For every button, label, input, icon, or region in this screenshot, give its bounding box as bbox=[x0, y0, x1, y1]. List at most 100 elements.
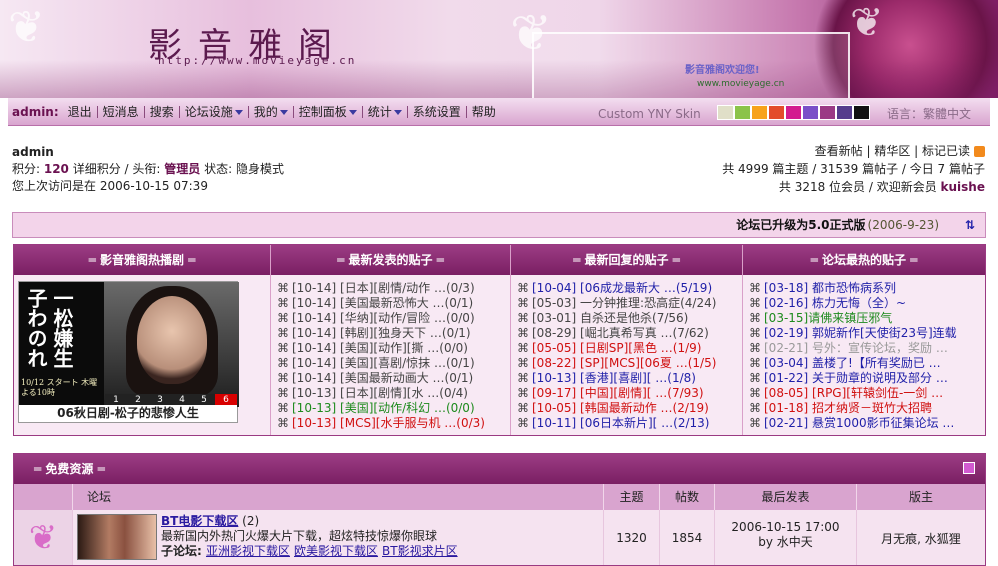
butterfly-icon: ❦ bbox=[850, 0, 884, 46]
user-points-line: 积分: 120 详细积分 / 头衔: 管理员 状态: 隐身模式 bbox=[12, 162, 284, 176]
post-link[interactable]: ⌘ [10-04] [06成龙最新大 …(5/19) bbox=[517, 281, 742, 296]
skin-swatch[interactable] bbox=[853, 105, 870, 120]
site-url-text: www.movieyage.cn bbox=[697, 79, 785, 89]
post-link[interactable]: ⌘ [08-22] [SP][MCS][06夏 …(1/5) bbox=[517, 356, 742, 371]
nav-stats[interactable]: 统计 bbox=[363, 105, 408, 118]
skin-label: Custom YNY Skin bbox=[598, 107, 701, 121]
scroll-arrow-icon[interactable]: ⇅ bbox=[965, 213, 975, 237]
post-link[interactable]: ⌘ [02-21] 号外：宣传论坛，奖励 … bbox=[749, 341, 985, 356]
post-link[interactable]: ⌘ [10-14] [韩剧][独身天下 …(0/1) bbox=[277, 326, 510, 341]
forum-info: BT电影下载区 (2) 最新国内外热门火爆大片下载，超炫特技惊爆你眼球 子论坛:… bbox=[73, 510, 604, 565]
topics-count: 1320 bbox=[604, 510, 660, 565]
post-link[interactable]: ⌘ [10-14] [日本][剧情/动作 …(0/3) bbox=[277, 281, 510, 296]
post-link[interactable]: ⌘ [08-29] [崛北真希写真 …(7/62) bbox=[517, 326, 742, 341]
hot-posts-list: ⌘ [03-18] 都市恐怖病系列 ⌘ [02-16] 栋力无悔（全）~ ⌘ [03-15… bbox=[743, 275, 985, 435]
post-link[interactable]: ⌘ [05-03] 一分钟推理:恐高症(4/24) bbox=[517, 296, 742, 311]
nav-system-settings[interactable]: 系统设置 bbox=[408, 105, 467, 118]
forum-description: 最新国内外热门火爆大片下载，超炫特技惊爆你眼球 bbox=[161, 529, 438, 543]
nav-forum-tools[interactable]: 论坛设施 bbox=[180, 105, 249, 118]
moderators[interactable]: 月无痕, 水狐狸 bbox=[857, 510, 985, 565]
nav-control-panel[interactable]: 控制面板 bbox=[294, 105, 363, 118]
bullet-icon: ⌘ bbox=[277, 311, 289, 325]
post-link[interactable]: ⌘ [10-14] [美国最新恐怖大 …(0/1) bbox=[277, 296, 510, 311]
subforum-link[interactable]: 欧美影视下载区 bbox=[294, 544, 378, 558]
butterfly-icon: ❦ bbox=[8, 2, 45, 53]
post-link[interactable]: ⌘ [03-04] 盖楼了!【所有奖励已 … bbox=[749, 356, 985, 371]
nav-messages[interactable]: 短消息 bbox=[98, 105, 145, 118]
skin-swatch[interactable] bbox=[734, 105, 751, 120]
skin-swatch[interactable] bbox=[836, 105, 853, 120]
rss-icon[interactable] bbox=[974, 146, 985, 157]
post-link[interactable]: ⌘ [01-18] 招才纳贤－斑竹大招聘 bbox=[749, 401, 985, 416]
col-posts: 帖数 bbox=[660, 484, 715, 510]
bullet-icon: ⌘ bbox=[517, 326, 529, 340]
announcement-date: (2006-9-23) bbox=[867, 218, 939, 232]
language-selector[interactable]: 语言：繁體中文 bbox=[887, 105, 971, 122]
skin-swatch[interactable] bbox=[785, 105, 802, 120]
bullet-icon: ⌘ bbox=[749, 296, 761, 310]
bullet-icon: ⌘ bbox=[749, 326, 761, 340]
bullet-icon: ⌘ bbox=[517, 371, 529, 385]
post-link[interactable]: ⌘ [03-01] 自杀还是他杀(7/56) bbox=[517, 311, 742, 326]
post-link[interactable]: ⌘ [10-14] [美国最新动画大 …(0/1) bbox=[277, 371, 510, 386]
collapse-icon[interactable] bbox=[963, 462, 975, 474]
header-hot-dramas: ═ 影音雅阁热播剧 ═ bbox=[14, 245, 271, 275]
category-title[interactable]: ═ 免费资源 ═ bbox=[14, 454, 985, 484]
drama-poster[interactable]: 一松嫌生子わのれ 10/12 スタート 木曜よる10時 123456 06秋日剧… bbox=[18, 281, 239, 423]
post-link[interactable]: ⌘ [03-15]请佛来镇压邪气 bbox=[749, 311, 985, 326]
subforum-link[interactable]: 亚洲影视下载区 bbox=[206, 544, 290, 558]
post-link[interactable]: ⌘ [01-22] 关于勋章的说明及部分 … bbox=[749, 371, 985, 386]
post-link[interactable]: ⌘ [08-05] [RPG][轩辕剑伍-一剑 … bbox=[749, 386, 985, 401]
butterfly-icon: ❦ bbox=[14, 510, 73, 565]
drama-caption[interactable]: 06秋日剧-松子的悲惨人生 bbox=[19, 405, 237, 422]
forum-thumbnail[interactable] bbox=[77, 514, 157, 560]
skin-swatch[interactable] bbox=[819, 105, 836, 120]
post-link[interactable]: ⌘ [10-05] [韩国最新动作 …(2/19) bbox=[517, 401, 742, 416]
user-title: 管理员 bbox=[164, 162, 201, 176]
post-link[interactable]: ⌘ [10-14] [华纳][动作/冒险 …(0/0) bbox=[277, 311, 510, 326]
site-welcome-text: 影音雅阁欢迎您! bbox=[685, 65, 760, 76]
forum-stats: 查看新帖 | 精华区 | 标记已读 共 4999 篇主题 / 31539 篇帖子… bbox=[722, 142, 985, 196]
new-replies-list: ⌘ [10-04] [06成龙最新大 …(5/19) ⌘ [05-03] 一分钟推理:… bbox=[511, 275, 743, 435]
post-link[interactable]: ⌘ [02-16] 栋力无悔（全）~ bbox=[749, 296, 985, 311]
bullet-icon: ⌘ bbox=[277, 386, 289, 400]
newest-member[interactable]: kuishe bbox=[941, 180, 985, 194]
post-link[interactable]: ⌘ [10-14] [美国][动作][撕 …(0/0) bbox=[277, 341, 510, 356]
nav-my[interactable]: 我的 bbox=[249, 105, 294, 118]
nav-search[interactable]: 搜索 bbox=[145, 105, 180, 118]
bullet-icon: ⌘ bbox=[749, 356, 761, 370]
forum-name-link[interactable]: BT电影下载区 bbox=[161, 514, 238, 528]
chevron-down-icon bbox=[348, 109, 357, 115]
nav-username[interactable]: admin: bbox=[12, 105, 63, 119]
bullet-icon: ⌘ bbox=[517, 386, 529, 400]
post-link[interactable]: ⌘ [02-21] 悬赏1000影币征集论坛 … bbox=[749, 416, 985, 431]
last-post-info[interactable]: 2006-10-15 17:00 by 水中天 bbox=[715, 510, 857, 565]
announcement-text[interactable]: 论坛已升级为5.0正式版 bbox=[736, 218, 865, 232]
post-link[interactable]: ⌘ [10-11] [06日本新片][ …(2/13) bbox=[517, 416, 742, 431]
post-link[interactable]: ⌘ [09-17] [中国][剧情][ …(7/93) bbox=[517, 386, 742, 401]
highlights-panel: ═ 影音雅阁热播剧 ═ ═ 最新发表的贴子 ═ ═ 最新回复的贴子 ═ ═ 论坛… bbox=[13, 244, 986, 436]
skin-swatch[interactable] bbox=[717, 105, 734, 120]
post-link[interactable]: ⌘ [03-18] 都市恐怖病系列 bbox=[749, 281, 985, 296]
nav-help[interactable]: 帮助 bbox=[467, 106, 501, 118]
post-link[interactable]: ⌘ [02-19] 郭妮新作[天使街23号]连载 bbox=[749, 326, 985, 341]
quick-links[interactable]: 查看新帖 | 精华区 | 标记已读 bbox=[722, 142, 985, 160]
chevron-down-icon bbox=[234, 109, 243, 115]
post-link[interactable]: ⌘ [05-05] [日剧SP][黑色 …(1/9) bbox=[517, 341, 742, 356]
bullet-icon: ⌘ bbox=[517, 296, 529, 310]
nav-logout[interactable]: 退出 bbox=[63, 105, 98, 118]
skin-swatch[interactable] bbox=[802, 105, 819, 120]
username[interactable]: admin bbox=[12, 144, 284, 161]
bullet-icon: ⌘ bbox=[277, 281, 289, 295]
bullet-icon: ⌘ bbox=[517, 281, 529, 295]
skin-swatch[interactable] bbox=[768, 105, 785, 120]
post-link[interactable]: ⌘ [10-13] [美国][动作/科幻 …(0/0) bbox=[277, 401, 510, 416]
skin-swatch[interactable] bbox=[751, 105, 768, 120]
post-stats: 共 4999 篇主题 / 31539 篇帖子 / 今日 7 篇帖子 bbox=[722, 162, 985, 176]
post-link[interactable]: ⌘ [10-13] [香港][喜剧][ …(1/8) bbox=[517, 371, 742, 386]
post-link[interactable]: ⌘ [10-13] [日本][剧情][水 …(0/4) bbox=[277, 386, 510, 401]
subforum-link[interactable]: BT影视求片区 bbox=[382, 544, 458, 558]
post-link[interactable]: ⌘ [10-13] [MCS][水手服与机 …(0/3) bbox=[277, 416, 510, 431]
post-link[interactable]: ⌘ [10-14] [美国][喜剧/惊抹 …(0/1) bbox=[277, 356, 510, 371]
bullet-icon: ⌘ bbox=[749, 311, 761, 325]
